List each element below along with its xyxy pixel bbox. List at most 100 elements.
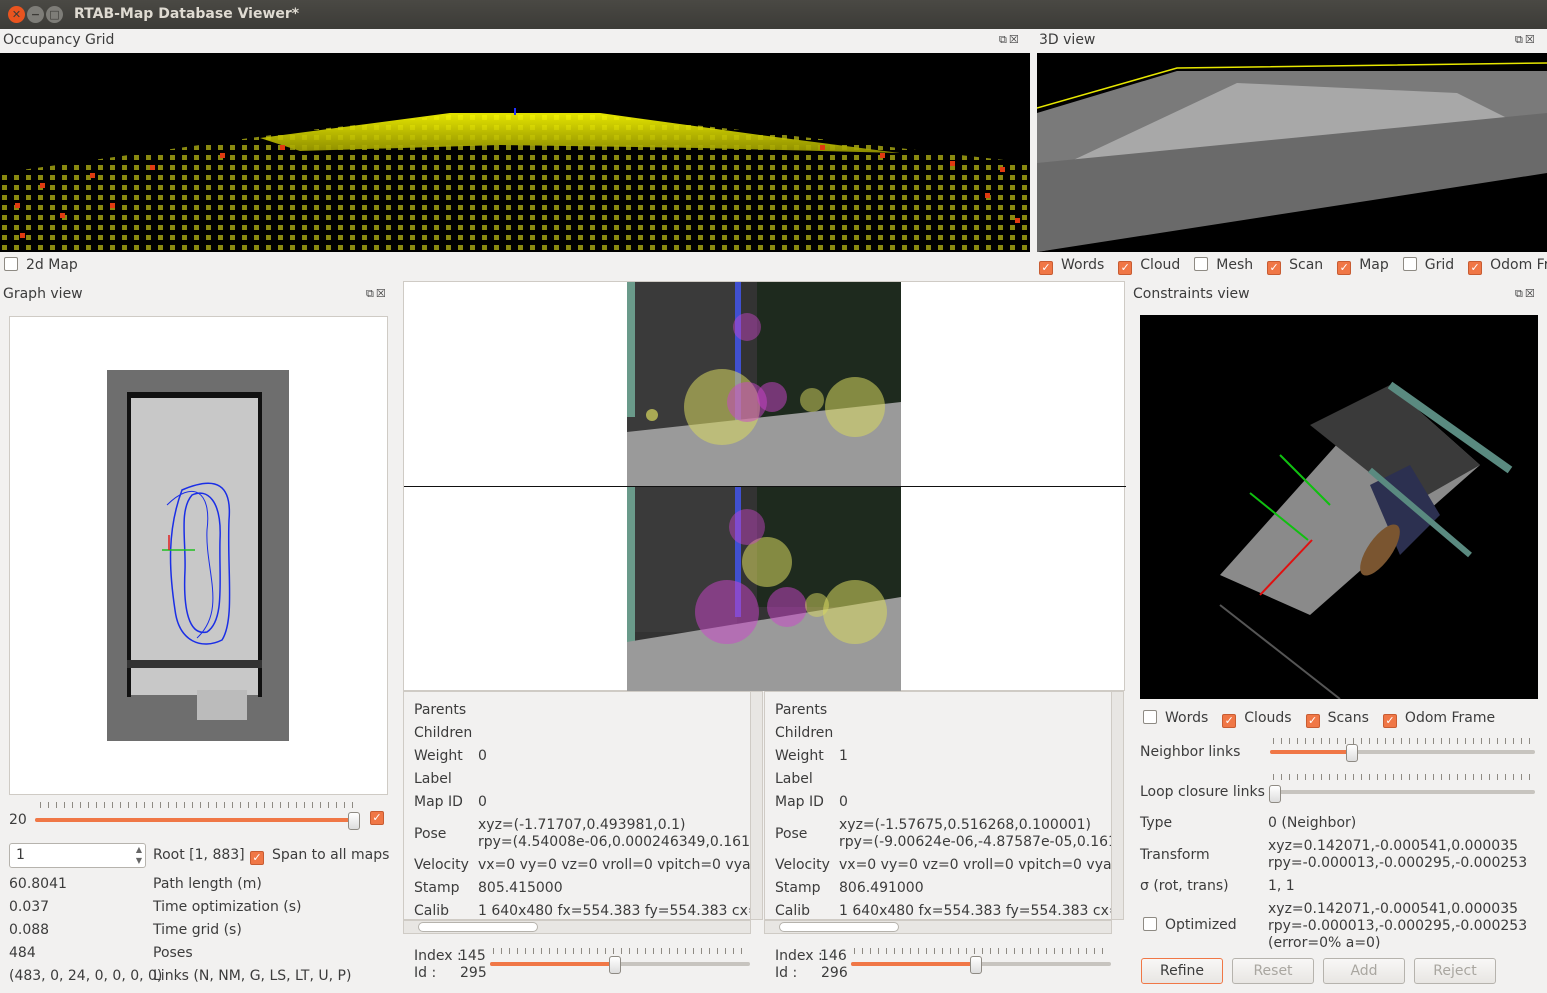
info-key: Children (775, 725, 834, 741)
option-mesh[interactable]: Mesh (1194, 257, 1253, 275)
window-titlebar: ✕ − □ RTAB-Map Database Viewer* (0, 0, 1547, 29)
graph-view-canvas[interactable] (9, 316, 388, 795)
root-spinbox[interactable]: 1 ▲ ▼ (9, 843, 146, 868)
right-index-value: 146 (820, 948, 847, 964)
left-info-hscrollbar[interactable] (403, 920, 751, 934)
reset-button[interactable]: Reset (1232, 958, 1314, 984)
left-id-value: 295 (460, 965, 487, 981)
left-index-fill (490, 962, 615, 966)
graph-map (107, 370, 289, 741)
option-cloud[interactable]: ✓ Cloud (1118, 257, 1180, 275)
constraints-render (1219, 381, 1513, 699)
transform-line2: rpy=-0.000013,-0.000295,-0.000253 (1268, 855, 1528, 871)
2d-map-label: 2d Map (26, 257, 78, 273)
option-scan[interactable]: ✓ Scan (1267, 257, 1323, 275)
info-key: Pose (775, 826, 808, 842)
type-key: Type (1140, 815, 1173, 831)
info-value: rpy=(4.54008e-06,0.000246349,0.161328 (478, 834, 763, 850)
3d-view-viewport[interactable] (1037, 53, 1547, 252)
optimized-line1: xyz=0.142071,-0.000541,0.000035 (1268, 901, 1519, 917)
right-id-value: 296 (821, 965, 848, 981)
3d-view-render (1037, 62, 1547, 252)
optimized-line2: rpy=-0.000013,-0.000295,-0.000253 (1268, 918, 1528, 934)
sigma-key: σ (rot, trans) (1140, 878, 1229, 894)
info-value: 0 (478, 748, 487, 764)
option-grid[interactable]: Grid (1402, 257, 1454, 275)
graph-slider-handle[interactable] (348, 812, 360, 830)
graph-slider[interactable] (35, 818, 355, 822)
loop-closure-links-label: Loop closure links (1140, 784, 1265, 800)
option-map[interactable]: ✓ Map (1337, 257, 1389, 275)
occupancy-grid-viewport[interactable] (0, 53, 1030, 252)
transform-key: Transform (1140, 847, 1210, 863)
left-node-info: Parents Children Weight 0 Label Map ID 0… (403, 691, 763, 920)
right-info-vscrollbar[interactable] (1111, 692, 1123, 919)
image-left-render (627, 282, 901, 486)
minimize-icon[interactable]: − (27, 6, 44, 23)
optimized-label: Optimized (1165, 917, 1237, 933)
2d-map-checkbox-box[interactable] (4, 257, 18, 271)
maximize-icon[interactable]: □ (46, 6, 63, 23)
info-key: Weight (775, 748, 824, 764)
optimized-checkbox[interactable]: Optimized (1143, 917, 1237, 933)
info-value: 805.415000 (478, 880, 563, 896)
3d-view-options: ✓ Words ✓ Cloud Mesh ✓ Scan ✓ Map Grid ✓ Odom… (1039, 257, 1547, 275)
constraint-option-words[interactable]: Words (1143, 710, 1208, 728)
loop-closure-slider[interactable] (1270, 790, 1535, 794)
left-info-vscrollbar[interactable] (750, 692, 762, 919)
info-key: Map ID (775, 794, 824, 810)
info-key: Calib (775, 903, 811, 919)
close-icon[interactable]: ✕ (8, 6, 25, 23)
info-value: xyz=(-1.57675,0.516268,0.100001) (839, 817, 1092, 833)
occupancy-dock-buttons[interactable]: ⧉☒ (999, 33, 1021, 47)
image-left[interactable] (627, 282, 901, 486)
right-hscroll-thumb[interactable] (779, 922, 899, 932)
add-button[interactable]: Add (1323, 958, 1405, 984)
option-words[interactable]: ✓ Words (1039, 257, 1104, 275)
left-index-label: Index : (414, 948, 462, 964)
info-value: 0 (478, 794, 487, 810)
constraint-option-clouds[interactable]: ✓ Clouds (1222, 710, 1292, 728)
stat-label: Time optimization (s) (153, 899, 302, 915)
constraints-options: Words ✓ Clouds ✓ Scans ✓ Odom Frame (1143, 710, 1495, 728)
stat-value: 0.037 (9, 899, 50, 915)
graph-slider-checkbox[interactable]: ✓ (370, 811, 384, 825)
left-id-label: Id : (414, 965, 437, 981)
sigma-value: 1, 1 (1268, 878, 1295, 894)
constraint-option-scans[interactable]: ✓ Scans (1305, 710, 1369, 728)
span-all-maps-checkbox[interactable]: ✓ Span to all maps (250, 847, 389, 865)
2d-map-checkbox[interactable]: 2d Map (4, 257, 78, 273)
spinbox-arrows-icon[interactable]: ▲ ▼ (136, 844, 142, 866)
info-value: vx=0 vy=0 vz=0 vroll=0 vpitch=0 vyaw=0 (478, 857, 763, 873)
info-key: Weight (414, 748, 463, 764)
graph-view-title: Graph view (3, 286, 83, 302)
right-index-handle[interactable] (969, 956, 982, 974)
span-all-maps-label: Span to all maps (272, 847, 390, 863)
loop-closure-handle[interactable] (1269, 785, 1281, 803)
graph-slider-ticks (40, 802, 360, 808)
right-info-hscrollbar[interactable] (764, 920, 1112, 934)
image-right[interactable] (627, 487, 901, 691)
reject-button[interactable]: Reject (1414, 958, 1496, 984)
image-views (403, 281, 1126, 691)
stat-label: Links (N, NM, G, LS, LT, U, P) (153, 968, 352, 984)
refine-button[interactable]: Refine (1141, 958, 1223, 984)
stat-value: 0.088 (9, 922, 50, 938)
3d-view-dock-buttons[interactable]: ⧉☒ (1515, 33, 1537, 47)
info-value: 1 640x480 fx=554.383 fy=554.383 cx=32 (839, 903, 1124, 919)
constraints-dock-buttons[interactable]: ⧉☒ (1515, 287, 1537, 301)
neighbor-links-handle[interactable] (1346, 744, 1358, 762)
left-index-handle[interactable] (608, 956, 621, 974)
neighbor-links-slider[interactable] (1270, 750, 1535, 754)
constraint-option-odom[interactable]: ✓ Odom Frame (1382, 710, 1495, 728)
root-spinbox-value: 1 (16, 847, 25, 863)
option-odom-frame[interactable]: ✓Odom Frame (1468, 257, 1547, 275)
occupancy-grid-title: Occupancy Grid (3, 32, 115, 48)
info-value: vx=0 vy=0 vz=0 vroll=0 vpitch=0 vyaw=0 (839, 857, 1124, 873)
graph-dock-buttons[interactable]: ⧉☒ (366, 287, 388, 301)
constraints-viewport[interactable] (1140, 315, 1538, 699)
left-hscroll-thumb[interactable] (418, 922, 538, 932)
optimized-line3: (error=0% a=0) (1268, 935, 1381, 951)
neighbor-links-label: Neighbor links (1140, 744, 1241, 760)
info-value: xyz=(-1.71707,0.493981,0.1) (478, 817, 686, 833)
